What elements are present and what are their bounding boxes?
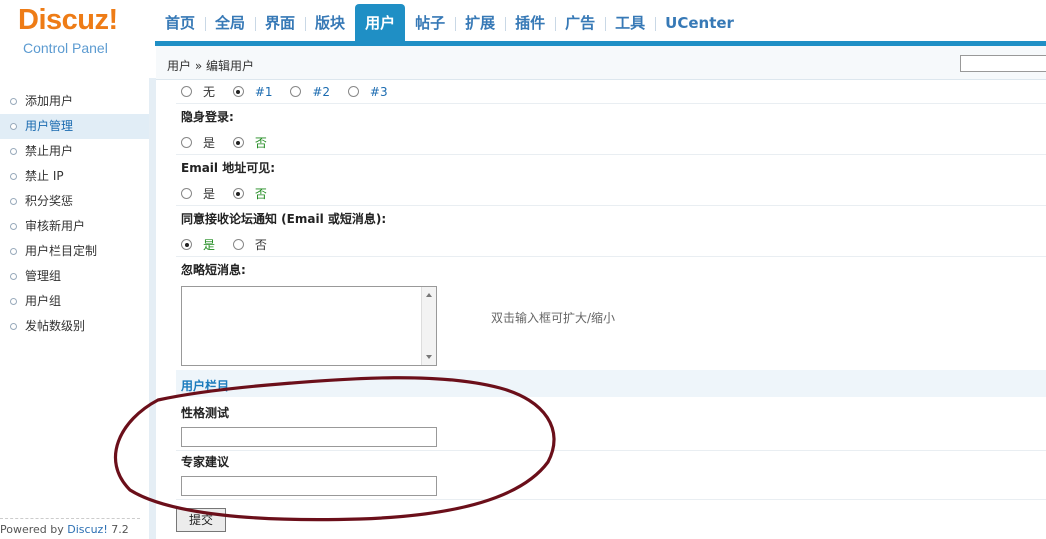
- nav-item-global[interactable]: 全局: [205, 4, 255, 42]
- ignore-pm-textarea[interactable]: [181, 286, 437, 366]
- invisible-login-label: 隐身登录:: [181, 110, 234, 124]
- breadcrumb: 用户 » 编辑用户: [167, 59, 254, 73]
- invisible-login-yes-label: 是: [203, 136, 216, 150]
- search-input[interactable]: [960, 55, 1046, 72]
- email-visible-no-label: 否: [254, 187, 267, 201]
- email-visible-yes-label: 是: [203, 187, 216, 201]
- expert-advice-input[interactable]: [181, 476, 437, 496]
- sidebar-item-user-groups[interactable]: 用户组: [0, 289, 149, 314]
- ignore-pm-label: 忽略短消息:: [181, 263, 246, 277]
- email-visible-options: 是 否: [181, 185, 1046, 202]
- accept-notice-no-label: 否: [254, 238, 267, 252]
- sidebar-item-post-ranks[interactable]: 发帖数级别: [0, 314, 149, 339]
- invisible-login-no-radio[interactable]: [232, 137, 244, 148]
- personality-test-label: 性格测试: [181, 406, 230, 420]
- radio-none[interactable]: [181, 86, 192, 97]
- submit-button[interactable]: 提交: [176, 508, 226, 532]
- radio-2[interactable]: [290, 86, 302, 97]
- powered-brand-link[interactable]: Discuz!: [67, 523, 107, 536]
- scroll-up-icon[interactable]: [426, 293, 432, 297]
- sidebar-item-profile-fields[interactable]: 用户栏目定制: [0, 239, 149, 264]
- email-visible-yes-radio[interactable]: [181, 188, 192, 199]
- scroll-down-icon[interactable]: [426, 355, 432, 359]
- sidebar: 添加用户 用户管理 禁止用户 禁止 IP 积分奖惩 审核新用户 用户栏目定制 管…: [0, 78, 156, 539]
- powered-prefix: Powered by: [0, 523, 68, 536]
- invisible-login-options: 是 否: [181, 134, 1046, 151]
- sidebar-item-admin-groups[interactable]: 管理组: [0, 264, 149, 289]
- breadcrumb-bar: 用户 » 编辑用户: [156, 46, 1046, 80]
- powered-by: Powered by Discuz! 7.2: [0, 523, 129, 536]
- row-divider: [176, 256, 1046, 257]
- row-divider: [176, 499, 1046, 500]
- row-divider: [176, 103, 1046, 104]
- nav-item-ucenter[interactable]: UCenter: [655, 4, 744, 42]
- textarea-scrollbar[interactable]: [421, 287, 436, 365]
- logo-subtitle: Control Panel: [23, 40, 108, 56]
- invisible-login-no-label: 否: [254, 136, 267, 150]
- nav-item-home[interactable]: 首页: [155, 4, 205, 42]
- ignore-pm-hint: 双击输入框可扩大/缩小: [491, 311, 616, 325]
- edit-user-form: 无 #1 #2 #3 隐身登录: 是 否 Email 地址可见: 是 否 同意接…: [156, 80, 1046, 539]
- option-none-label: 无: [203, 85, 216, 99]
- accept-notice-yes-label: 是: [203, 238, 216, 252]
- radio-1[interactable]: [232, 86, 244, 97]
- accept-notice-options: 是 否: [181, 236, 1046, 253]
- invisible-login-yes-radio[interactable]: [181, 137, 192, 148]
- option-2-label: #2: [312, 85, 331, 99]
- row-divider: [176, 154, 1046, 155]
- sidebar-item-add-user[interactable]: 添加用户: [0, 89, 149, 114]
- nav-item-posts[interactable]: 帖子: [405, 4, 455, 42]
- nav-item-users[interactable]: 用户: [355, 4, 406, 42]
- nav-item-tools[interactable]: 工具: [605, 4, 655, 42]
- sidebar-item-audit-users[interactable]: 审核新用户: [0, 214, 149, 239]
- row-divider: [176, 450, 1046, 451]
- logo-brand: Discuz!: [18, 4, 118, 36]
- nav-item-ads[interactable]: 广告: [555, 4, 605, 42]
- sidebar-item-ban-ip[interactable]: 禁止 IP: [0, 164, 149, 189]
- personality-test-input[interactable]: [181, 427, 437, 447]
- sidebar-item-credits[interactable]: 积分奖惩: [0, 189, 149, 214]
- section-header: 用户栏目: [176, 370, 1046, 397]
- logo: Discuz! Control Panel: [0, 0, 155, 78]
- accept-notice-label: 同意接收论坛通知 (Email 或短消息):: [181, 212, 387, 226]
- email-visible-label: Email 地址可见:: [181, 161, 276, 175]
- sidebar-item-ban-user[interactable]: 禁止用户: [0, 139, 149, 164]
- partial-option-row: 无 #1 #2 #3: [181, 83, 1046, 100]
- nav-item-plugins[interactable]: 插件: [505, 4, 555, 42]
- powered-version: 7.2: [107, 523, 129, 536]
- sidebar-divider: [0, 518, 140, 519]
- top-nav: 首页 全局 界面 版块 用户 帖子 扩展 插件 广告 工具 UCenter: [155, 0, 1046, 42]
- expert-advice-label: 专家建议: [181, 455, 230, 469]
- radio-3[interactable]: [347, 86, 359, 97]
- email-visible-no-radio[interactable]: [232, 188, 244, 199]
- option-3-label: #3: [369, 85, 388, 99]
- sidebar-item-user-management[interactable]: 用户管理: [0, 114, 149, 139]
- accept-notice-no-radio[interactable]: [232, 239, 244, 250]
- accept-notice-yes-radio[interactable]: [181, 239, 192, 250]
- option-1-label: #1: [254, 85, 273, 99]
- nav-item-interface[interactable]: 界面: [255, 4, 305, 42]
- nav-item-forums[interactable]: 版块: [305, 4, 355, 42]
- row-divider: [176, 205, 1046, 206]
- nav-item-extensions[interactable]: 扩展: [455, 4, 505, 42]
- section-title: 用户栏目: [181, 379, 230, 393]
